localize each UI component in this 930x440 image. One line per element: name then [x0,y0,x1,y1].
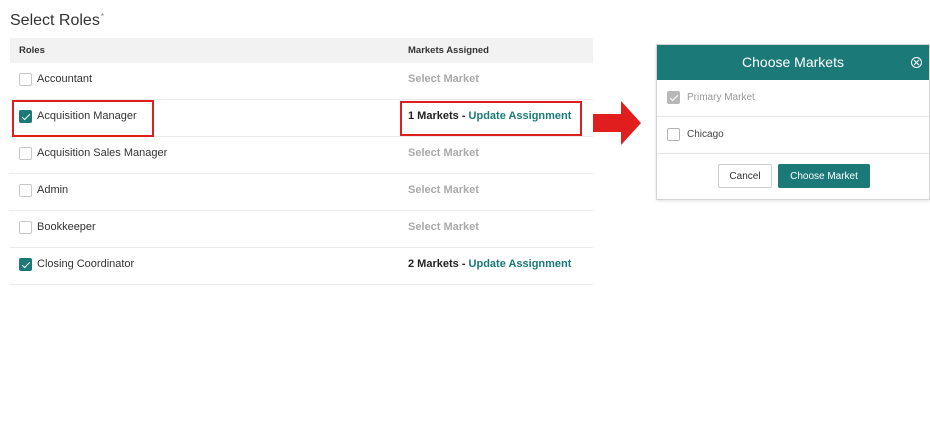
market-assignment: 1 Markets - Update Assignment [408,110,571,122]
modal-title: Choose Markets [742,54,844,70]
market-checkbox-primary-market [667,91,680,104]
update-assignment-link[interactable]: Update Assignment [469,110,572,122]
role-checkbox-admin[interactable] [19,184,32,197]
cancel-button[interactable]: Cancel [718,164,772,188]
arrow-right-icon [593,101,641,145]
market-separator: - [458,110,469,122]
role-row-acquisition-sales-manager: Acquisition Sales Manager Select Market [10,137,593,174]
market-option-chicago: Chicago [657,117,929,154]
role-label[interactable]: Acquisition Manager [37,110,137,122]
update-assignment-link[interactable]: Update Assignment [469,258,572,270]
page-title: Select Roles* [10,12,104,30]
select-market-link: Select Market [408,184,479,196]
role-row-accountant: Accountant Select Market [10,63,593,100]
choose-market-button[interactable]: Choose Market [778,164,870,188]
role-label[interactable]: Bookkeeper [37,221,96,233]
select-market-link: Select Market [408,221,479,233]
role-checkbox-acquisition-manager[interactable] [19,110,32,123]
market-checkbox-chicago[interactable] [667,128,680,141]
role-label[interactable]: Acquisition Sales Manager [37,147,167,159]
role-label[interactable]: Admin [37,184,68,196]
required-marker: * [100,12,104,21]
role-checkbox-accountant[interactable] [19,73,32,86]
roles-table: Roles Markets Assigned Accountant Select… [10,38,593,285]
select-market-link: Select Market [408,73,479,85]
role-row-bookkeeper: Bookkeeper Select Market [10,211,593,248]
modal-footer: Cancel Choose Market [657,154,929,200]
choose-markets-modal: Choose Markets Primary Market Chicago Ca… [656,44,930,200]
role-checkbox-acquisition-sales-manager[interactable] [19,147,32,160]
select-market-link: Select Market [408,147,479,159]
role-label[interactable]: Accountant [37,73,92,85]
market-label: Primary Market [687,92,755,103]
role-checkbox-bookkeeper[interactable] [19,221,32,234]
close-icon[interactable] [911,57,922,68]
role-row-admin: Admin Select Market [10,174,593,211]
header-markets-assigned: Markets Assigned [408,45,489,56]
modal-header: Choose Markets [657,45,929,80]
market-label[interactable]: Chicago [687,129,724,140]
role-row-acquisition-manager: Acquisition Manager 1 Markets - Update A… [10,100,593,137]
role-label[interactable]: Closing Coordinator [37,258,134,270]
market-option-primary-market: Primary Market [657,80,929,117]
page-title-text: Select Roles [10,12,100,29]
table-header: Roles Markets Assigned [10,38,593,63]
market-count: 1 Markets [408,110,459,122]
market-separator: - [458,258,469,270]
role-checkbox-closing-coordinator[interactable] [19,258,32,271]
market-count: 2 Markets [408,258,459,270]
header-roles: Roles [19,45,45,56]
role-row-closing-coordinator: Closing Coordinator 2 Markets - Update A… [10,248,593,285]
market-assignment: 2 Markets - Update Assignment [408,258,571,270]
